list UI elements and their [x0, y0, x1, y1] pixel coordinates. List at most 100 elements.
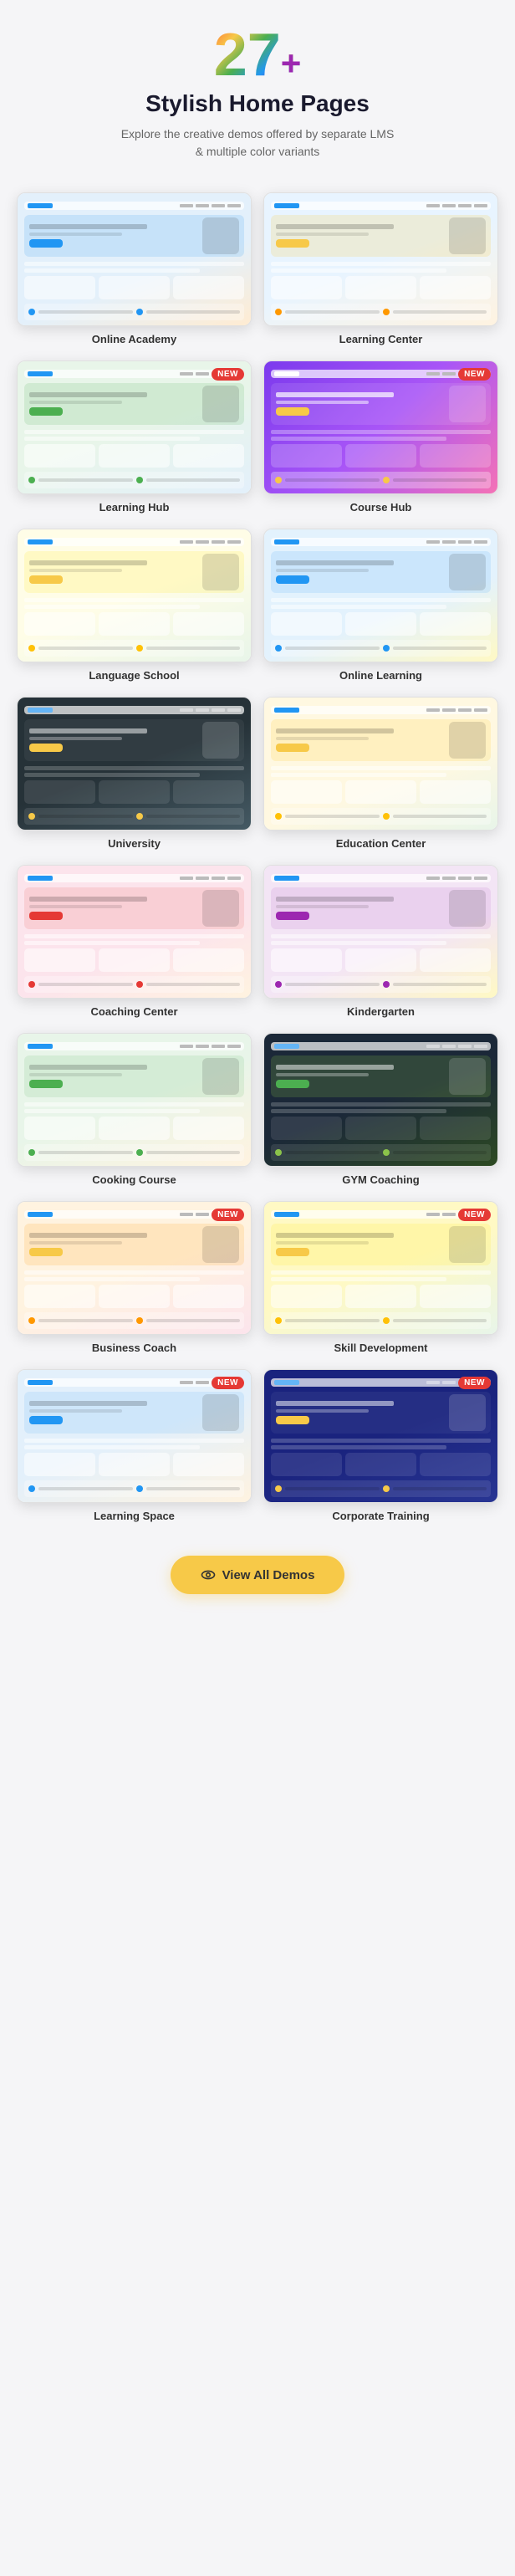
mock-strip	[271, 976, 491, 993]
mock-hero	[24, 215, 244, 257]
demo-item-course-hub[interactable]: NEW	[263, 360, 498, 514]
demo-item-gym-coaching[interactable]: GYM Coaching	[263, 1033, 498, 1186]
mock-logo	[274, 371, 299, 376]
demo-thumb-coaching-center	[17, 865, 252, 999]
mock-hero	[24, 719, 244, 761]
demo-item-corporate-training[interactable]: NEW	[263, 1369, 498, 1522]
badge-new-course-hub: NEW	[458, 368, 491, 381]
mock-strip	[24, 1312, 244, 1329]
demo-item-learning-space[interactable]: NEW	[17, 1369, 252, 1522]
hero-count-wrapper: 27+	[17, 25, 498, 85]
mock-nav	[180, 204, 241, 207]
mock-hero	[24, 887, 244, 929]
mock-strip	[24, 1144, 244, 1161]
mock-cards	[24, 1117, 244, 1140]
mock-cards	[24, 276, 244, 299]
demo-thumb-learning-space: NEW	[17, 1369, 252, 1503]
mock-image-block	[202, 1226, 239, 1263]
demo-label-learning-center: Learning Center	[263, 333, 498, 345]
demo-item-skill-development[interactable]: NEW	[263, 1201, 498, 1354]
mock-cards	[24, 948, 244, 972]
demo-label-skill-development: Skill Development	[263, 1342, 498, 1354]
demo-label-language-school: Language School	[17, 669, 252, 682]
mock-cards	[271, 948, 491, 972]
mock-cards	[271, 1117, 491, 1140]
demo-item-learning-hub[interactable]: NEW	[17, 360, 252, 514]
hero-subtitle: Explore the creative demos offered by se…	[17, 125, 498, 161]
mock-hero-text	[29, 392, 197, 416]
mock-image-block	[202, 1394, 239, 1431]
mock-nav	[426, 540, 487, 544]
mock-hero-text	[276, 560, 444, 584]
mock-strip	[24, 1480, 244, 1497]
badge-new-business-coach: NEW	[212, 1209, 244, 1221]
demo-label-university: University	[17, 837, 252, 850]
demo-thumb-gym-coaching	[263, 1033, 498, 1167]
mock-hero-text	[29, 1233, 197, 1256]
demo-item-university[interactable]: University	[17, 697, 252, 850]
mock-image-block	[449, 1058, 486, 1095]
mock-hero	[24, 1224, 244, 1265]
mock-hero-text	[276, 728, 444, 752]
mock-hero-text	[276, 392, 444, 416]
demo-item-language-school[interactable]: Language School	[17, 529, 252, 682]
mock-hero	[24, 1055, 244, 1097]
demo-label-cooking-course: Cooking Course	[17, 1173, 252, 1186]
mock-logo	[274, 708, 299, 713]
hero-plus: +	[281, 46, 302, 81]
mock-logo	[28, 203, 53, 208]
mock-logo	[28, 708, 53, 713]
mock-image-block	[449, 554, 486, 590]
demo-item-business-coach[interactable]: NEW	[17, 1201, 252, 1354]
demo-label-kindergarten: Kindergarten	[263, 1005, 498, 1018]
mock-hero-text	[29, 224, 197, 248]
eye-icon	[201, 1567, 216, 1582]
mock-nav	[180, 540, 241, 544]
mock-cards	[271, 612, 491, 636]
badge-new-corporate-training: NEW	[458, 1377, 491, 1389]
mock-cards	[271, 444, 491, 468]
mock-header	[24, 202, 244, 210]
demo-thumb-corporate-training: NEW	[263, 1369, 498, 1503]
demo-item-kindergarten[interactable]: Kindergarten	[263, 865, 498, 1018]
mock-header	[24, 1042, 244, 1050]
mock-hero-text	[29, 897, 197, 920]
mock-header	[271, 202, 491, 210]
mock-header	[271, 538, 491, 546]
mock-strip	[24, 472, 244, 488]
hero-section: 27+ Stylish Home Pages Explore the creat…	[17, 25, 498, 192]
view-all-button[interactable]: View All Demos	[171, 1556, 345, 1594]
badge-new-learning-hub: NEW	[212, 368, 244, 381]
mock-hero-text	[276, 1065, 444, 1088]
demo-item-learning-center[interactable]: Learning Center	[263, 192, 498, 345]
mock-hero-text	[29, 1401, 197, 1424]
mock-logo	[28, 1380, 53, 1385]
mock-cards	[24, 612, 244, 636]
mock-cards	[271, 276, 491, 299]
demo-item-coaching-center[interactable]: Coaching Center	[17, 865, 252, 1018]
mock-header	[271, 874, 491, 882]
mock-image-block	[449, 217, 486, 254]
demos-grid: Online Academy	[17, 192, 498, 1522]
demo-label-education-center: Education Center	[263, 837, 498, 850]
mock-nav	[180, 708, 241, 712]
demo-thumb-language-school	[17, 529, 252, 662]
mock-logo	[274, 203, 299, 208]
mock-logo	[28, 1044, 53, 1049]
demo-thumb-kindergarten	[263, 865, 498, 999]
mock-logo	[28, 876, 53, 881]
mock-strip	[271, 640, 491, 657]
demo-item-cooking-course[interactable]: Cooking Course	[17, 1033, 252, 1186]
demo-thumb-learning-center	[263, 192, 498, 326]
demo-label-online-academy: Online Academy	[17, 333, 252, 345]
demo-thumb-online-learning	[263, 529, 498, 662]
mock-header	[24, 874, 244, 882]
demo-item-online-learning[interactable]: Online Learning	[263, 529, 498, 682]
mock-hero-text	[29, 1065, 197, 1088]
mock-image-block	[449, 722, 486, 759]
mock-nav	[180, 877, 241, 880]
mock-hero	[271, 383, 491, 425]
mock-image-block	[202, 386, 239, 422]
demo-item-education-center[interactable]: Education Center	[263, 697, 498, 850]
demo-item-online-academy[interactable]: Online Academy	[17, 192, 252, 345]
